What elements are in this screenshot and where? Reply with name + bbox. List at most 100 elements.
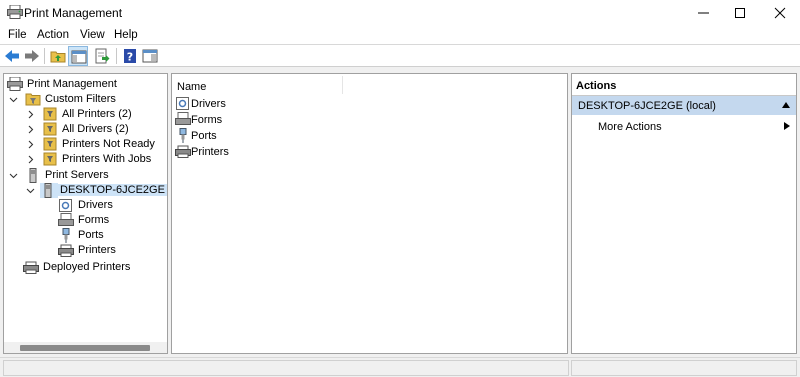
print-management-icon: [7, 76, 23, 92]
minimize-button[interactable]: [686, 0, 722, 25]
window-title: Print Management: [24, 6, 123, 20]
tree-label: All Drivers (2): [62, 123, 129, 135]
export-list-button[interactable]: [92, 46, 112, 66]
title-bar[interactable]: Print Management: [0, 0, 800, 25]
menu-view[interactable]: View: [80, 29, 105, 41]
filter-folder-icon: [25, 92, 41, 107]
column-divider[interactable]: [342, 76, 343, 94]
actions-title: Actions: [576, 80, 617, 92]
tree-item-custom-filters[interactable]: Custom Filters: [9, 92, 167, 107]
show-hide-action-pane-icon: [142, 49, 158, 63]
up-folder-icon: [50, 51, 66, 63]
column-header-row: Name: [172, 74, 567, 96]
chevron-down-icon[interactable]: [26, 186, 35, 195]
ports-icon: [175, 128, 191, 143]
chevron-right-icon[interactable]: [26, 125, 35, 134]
chevron-down-icon[interactable]: [9, 171, 18, 180]
chevron-right-icon[interactable]: [26, 110, 35, 119]
collapse-arrow-icon[interactable]: [782, 102, 790, 108]
server-icon: [25, 168, 41, 183]
tree-item-all-printers[interactable]: All Printers (2): [26, 107, 167, 122]
tree-item-forms[interactable]: Forms: [58, 213, 167, 228]
more-actions-label: More Actions: [598, 121, 662, 133]
tree-item-printers-with-jobs[interactable]: Printers With Jobs: [26, 152, 167, 167]
back-icon: [5, 50, 19, 62]
status-bar: [0, 357, 800, 377]
print-management-icon: [7, 4, 23, 19]
toolbar-separator: [44, 48, 45, 64]
show-hide-action-pane-button[interactable]: [140, 46, 160, 66]
filter-icon: [42, 152, 58, 167]
status-cell: [3, 360, 569, 376]
list-item-label: Drivers: [191, 98, 226, 110]
drivers-icon: [58, 198, 74, 213]
list-item-label: Forms: [191, 114, 223, 126]
more-actions-item[interactable]: More Actions: [572, 117, 796, 136]
list-item-label: Printers: [191, 146, 229, 158]
forward-icon: [25, 50, 39, 62]
menu-file[interactable]: File: [8, 29, 27, 41]
show-hide-console-tree-icon: [71, 50, 87, 64]
tree-item-deployed-printers[interactable]: Deployed Printers: [23, 260, 167, 275]
menu-bar: File Action View Help: [0, 25, 800, 45]
chevron-down-icon[interactable]: [9, 95, 18, 104]
filter-icon: [42, 137, 58, 152]
help-button[interactable]: ?: [120, 46, 140, 66]
maximize-button[interactable]: [722, 0, 758, 25]
tree-item-print-management[interactable]: Print Management: [7, 76, 167, 92]
tree-label: All Printers (2): [62, 108, 132, 120]
actions-target-label: DESKTOP-6JCE2GE (local): [578, 100, 716, 112]
tree-label: Print Management: [27, 78, 117, 90]
tree-item-print-servers[interactable]: Print Servers: [9, 168, 167, 183]
minimize-icon: [698, 12, 709, 14]
printer-icon: [175, 144, 191, 159]
tree-item-printers-not-ready[interactable]: Printers Not Ready: [26, 137, 167, 152]
show-hide-console-tree-button[interactable]: [68, 46, 88, 66]
up-one-level-button[interactable]: [48, 46, 68, 66]
svg-text:?: ?: [127, 51, 133, 64]
server-icon: [40, 183, 58, 198]
forms-icon: [175, 112, 191, 127]
tree-label: Printers With Jobs: [62, 153, 152, 165]
tree-item-drivers[interactable]: Drivers: [58, 198, 167, 213]
tree-label: DESKTOP-6JCE2GE (local: [58, 184, 167, 196]
close-icon: [774, 7, 786, 19]
actions-target-section[interactable]: DESKTOP-6JCE2GE (local): [572, 96, 796, 115]
tree-item-all-drivers[interactable]: All Drivers (2): [26, 122, 167, 137]
tree-label: Print Servers: [45, 169, 109, 181]
tree-label: Custom Filters: [45, 93, 116, 105]
close-button[interactable]: [762, 0, 798, 25]
actions-pane: Actions DESKTOP-6JCE2GE (local) More Act…: [571, 73, 797, 354]
results-list[interactable]: Name Drivers Forms Ports Printers: [171, 73, 568, 354]
chevron-right-icon[interactable]: [26, 155, 35, 164]
tree-item-printers[interactable]: Printers: [58, 243, 167, 258]
toolbar-separator: [116, 48, 117, 64]
tree-item-ports[interactable]: Ports: [58, 228, 167, 243]
console-tree[interactable]: Print Management Custom Filters All Prin…: [3, 73, 168, 354]
tree-label: Forms: [78, 214, 110, 226]
tree-label: Drivers: [78, 199, 113, 211]
horizontal-scrollbar[interactable]: [4, 342, 167, 353]
tree-label: Printers: [78, 244, 116, 256]
filter-icon: [42, 107, 58, 122]
menu-action[interactable]: Action: [37, 29, 69, 41]
tree-label: Deployed Printers: [43, 261, 131, 273]
toolbar: ?: [0, 45, 800, 67]
drivers-icon: [175, 96, 191, 111]
print-management-window: Print Management File Action View Help ?…: [0, 0, 800, 377]
chevron-right-icon[interactable]: [26, 140, 35, 149]
menu-help[interactable]: Help: [114, 29, 138, 41]
printer-icon: [23, 260, 39, 275]
forms-icon: [58, 213, 74, 228]
forward-button[interactable]: [22, 46, 42, 66]
column-header-name[interactable]: Name: [177, 81, 206, 93]
maximize-icon: [735, 8, 745, 18]
list-item-label: Ports: [191, 130, 217, 142]
ports-icon: [58, 228, 74, 243]
tree-label: Ports: [78, 229, 104, 241]
status-cell: [571, 360, 797, 376]
printer-icon: [58, 243, 74, 258]
scrollbar-thumb[interactable]: [20, 345, 150, 351]
back-button[interactable]: [2, 46, 22, 66]
tree-item-server[interactable]: DESKTOP-6JCE2GE (local: [26, 183, 167, 198]
